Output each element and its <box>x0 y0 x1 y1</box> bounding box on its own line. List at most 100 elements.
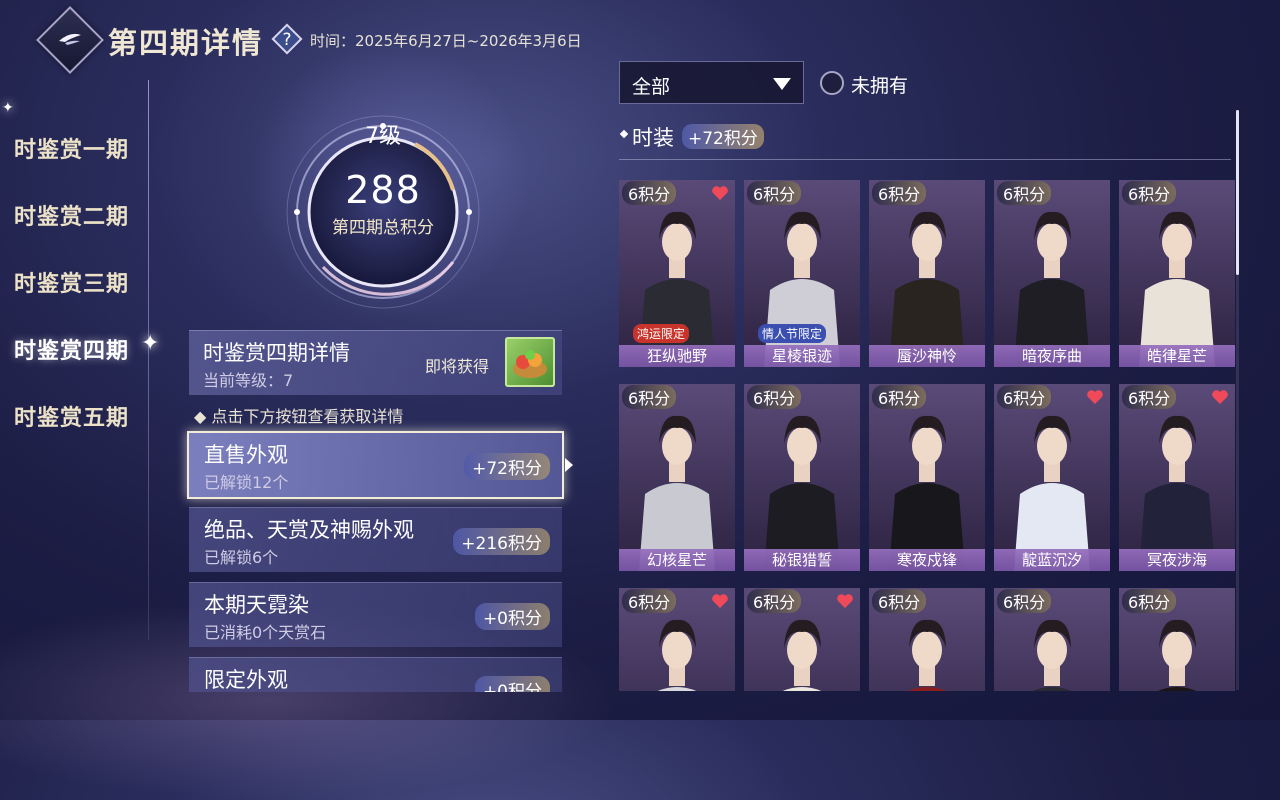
outfit-points: 6积分 <box>872 385 927 409</box>
outfit-points: 6积分 <box>747 385 802 409</box>
level-label: 7级 <box>365 124 401 149</box>
question-icon[interactable]: ? <box>270 22 304 56</box>
nav-item-period-3[interactable]: 时鉴赏三期 <box>14 266 129 298</box>
nav-item-period-5[interactable]: 时鉴赏五期 <box>14 400 129 432</box>
outfit-portrait <box>994 180 1110 367</box>
not-owned-label[interactable]: 未拥有 <box>851 71 908 98</box>
filter-dropdown[interactable]: 全部 <box>619 61 804 104</box>
outfit-name: 皓律星芒 <box>1119 345 1235 367</box>
outfit-points: 6积分 <box>747 181 802 205</box>
category-dye[interactable]: 本期天霓染 已消耗0个天赏石 +0积分 <box>189 582 562 647</box>
hint-text: ◆ 点击下方按钮查看获取详情 <box>194 407 404 426</box>
limited-badge: 情人节限定 <box>758 324 827 343</box>
filter-value: 全部 <box>632 76 671 98</box>
sparkle-icon: ✦ <box>2 100 14 116</box>
outfit-card[interactable]: 6积分 <box>869 588 985 691</box>
category-points: +72积分 <box>464 453 550 480</box>
outfit-name: 寒夜戍锋 <box>869 549 985 571</box>
heart-icon <box>712 594 728 608</box>
outfit-card[interactable]: 6积分冥夜涉海 <box>1119 384 1235 571</box>
outfit-card[interactable]: 6积分情人节限定星棱银迹 <box>744 180 860 367</box>
section-points: +72积分 <box>682 124 764 149</box>
outfit-portrait <box>744 384 860 571</box>
reward-item-icon[interactable] <box>505 337 555 387</box>
outfit-name: 幻核星芒 <box>619 549 735 571</box>
selected-arrow-icon <box>565 458 573 472</box>
total-score-label: 第四期总积分 <box>332 218 434 238</box>
outfit-points: 6积分 <box>1122 385 1177 409</box>
category-sub: 已消耗0个天赏石 <box>204 623 327 642</box>
section-divider <box>619 159 1231 160</box>
outfit-card[interactable]: 6积分寒夜戍锋 <box>869 384 985 571</box>
outfit-points: 6积分 <box>622 385 677 409</box>
period-detail-card[interactable]: 时鉴赏四期详情 当前等级：7 即将获得 <box>189 330 562 395</box>
fruit-basket-icon <box>513 350 547 378</box>
heart-icon <box>837 594 853 608</box>
outfit-points: 6积分 <box>997 181 1052 205</box>
outfit-name: 蜃沙神怜 <box>869 345 985 367</box>
period-text: 时间：2025年6月27日~2026年3月6日 <box>310 32 582 50</box>
category-points: +0积分 <box>474 603 550 630</box>
outfit-name: 星棱银迹 <box>744 345 860 367</box>
detail-title: 时鉴赏四期详情 <box>203 341 350 365</box>
outfit-card[interactable]: 6积分 <box>1119 588 1235 691</box>
category-name: 本期天霓染 <box>204 593 309 617</box>
outfit-portrait <box>1119 180 1235 367</box>
nav-item-period-4[interactable]: 时鉴赏四期 <box>14 333 129 365</box>
category-name: 限定外观 <box>204 668 288 692</box>
outfit-points: 6积分 <box>747 589 802 613</box>
not-owned-radio[interactable] <box>820 71 844 95</box>
outfit-portrait <box>869 384 985 571</box>
heart-icon <box>1087 390 1103 404</box>
current-level: 当前等级：7 <box>203 371 294 390</box>
outfit-points: 6积分 <box>997 589 1052 613</box>
outfit-points: 6积分 <box>872 181 927 205</box>
outfit-points: 6积分 <box>997 385 1052 409</box>
outfit-card[interactable]: 6积分 <box>619 588 735 691</box>
wing-icon <box>59 33 81 45</box>
outfit-name: 冥夜涉海 <box>1119 549 1235 571</box>
outfit-points: 6积分 <box>622 589 677 613</box>
active-star-icon: ✦ <box>141 331 160 356</box>
outfit-card[interactable]: 6积分 皓律星芒 <box>1119 180 1235 367</box>
category-direct-sale[interactable]: 直售外观 已解锁12个 +72积分 <box>187 431 564 499</box>
svg-text:?: ? <box>282 30 291 50</box>
nav-item-period-2[interactable]: 时鉴赏二期 <box>14 199 129 231</box>
outfit-card[interactable]: 6积分 <box>744 588 860 691</box>
upcoming-reward-label: 即将获得 <box>425 357 490 376</box>
outfit-card[interactable]: 6积分 <box>994 588 1110 691</box>
outfit-card[interactable]: 6积分幻核星芒 <box>619 384 735 571</box>
category-sub: 已解锁12个 <box>204 473 289 492</box>
outfit-name: 靛蓝沉汐 <box>994 549 1110 571</box>
outfit-points: 6积分 <box>1122 589 1177 613</box>
outfit-portrait <box>869 180 985 367</box>
category-premium[interactable]: 绝品、天赏及神赐外观 已解锁6个 +216积分 <box>189 507 562 572</box>
outfit-name: 秘银猎誓 <box>744 549 860 571</box>
outfit-name: 暗夜序曲 <box>994 345 1110 367</box>
outfit-card[interactable]: 6积分暗夜序曲 <box>994 180 1110 367</box>
outfit-name: 狂纵驰野 <box>619 345 735 367</box>
chevron-down-icon <box>773 78 791 90</box>
nav-item-period-1[interactable]: 时鉴赏一期 <box>14 132 129 164</box>
category-name: 绝品、天赏及神赐外观 <box>204 518 414 542</box>
section-bullet-icon <box>619 129 629 139</box>
outfit-points: 6积分 <box>872 589 927 613</box>
limited-badge: 鸿运限定 <box>633 324 690 343</box>
outfit-points: 6积分 <box>622 181 677 205</box>
category-name: 直售外观 <box>204 443 288 467</box>
category-points: +0积分 <box>474 676 550 692</box>
outfit-grid: 6积分 鸿运限定 狂纵驰野 6积分 情人节限定 星棱银迹 6积分 蜃沙神怜 6积分 暗夜序曲 6积分… <box>619 180 1239 691</box>
outfit-card[interactable]: 6积分蜃沙神怜 <box>869 180 985 367</box>
category-sub: 已解锁6个 <box>204 548 279 567</box>
outfit-portrait <box>619 384 735 571</box>
category-limited[interactable]: 限定外观 +0积分 <box>189 657 562 692</box>
total-score: 288 <box>345 168 421 212</box>
category-points: +216积分 <box>453 528 550 555</box>
outfit-card[interactable]: 6积分秘银猎誓 <box>744 384 860 571</box>
page-title: 第四期详情 <box>108 26 264 60</box>
back-logo-button[interactable] <box>36 6 104 74</box>
nav-divider <box>148 80 149 640</box>
outfit-card[interactable]: 6积分鸿运限定狂纵驰野 <box>619 180 735 367</box>
outfit-portrait <box>1119 384 1235 571</box>
outfit-card[interactable]: 6积分靛蓝沉汐 <box>994 384 1110 571</box>
